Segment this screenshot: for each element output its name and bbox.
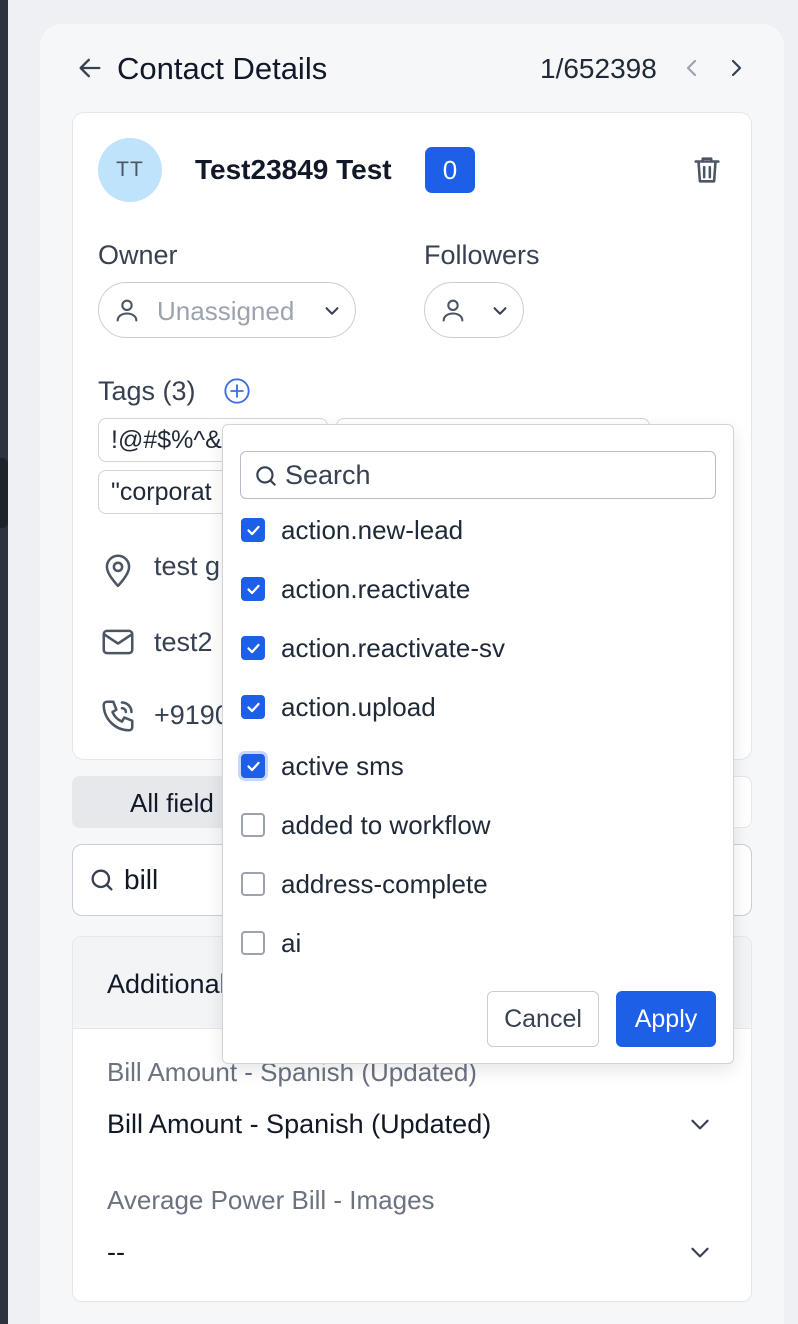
search-icon [256,466,276,486]
tag-option[interactable]: address-complete [239,865,719,905]
sidebar-collapse-handle[interactable] [0,458,8,528]
section-title: Additional [107,969,226,999]
apply-button[interactable]: Apply [616,991,716,1047]
tag-option[interactable]: action.new-lead [239,511,719,551]
tags-dropdown: action.new-lead action.reactivate action.r… [222,424,734,1064]
check-icon [247,643,260,654]
page-title: Contact Details [117,51,328,86]
trash-icon[interactable] [690,153,724,187]
user-icon [116,299,138,322]
cancel-button[interactable]: Cancel [487,991,599,1047]
email-text[interactable]: test2 [154,627,213,658]
check-icon [247,584,260,595]
tag-option-label: action.reactivate-sv [281,633,505,663]
chevron-down-icon[interactable] [687,1111,713,1137]
search-icon [91,869,113,891]
chevron-down-icon[interactable] [687,1239,713,1265]
phone-icon [102,700,134,732]
tag-option-label: action.upload [281,692,436,722]
phone-text[interactable]: +9190 [154,700,230,731]
tag-option-label: address-complete [281,869,488,899]
count-badge: 0 [425,147,475,193]
field-value[interactable]: -- [107,1237,125,1268]
check-icon [247,761,260,772]
tags-label: Tags (3) [98,376,196,406]
check-icon [247,525,260,536]
tab-all-fields-label: All field [130,788,214,818]
owner-value: Unassigned [157,296,295,326]
checkbox[interactable] [241,931,265,955]
checkbox[interactable] [241,872,265,896]
user-icon [442,299,464,322]
check-icon [247,702,260,713]
chevron-left-icon[interactable] [680,56,704,80]
tag-option-label: added to workflow [281,810,491,840]
checkbox[interactable] [241,636,265,660]
left-sidebar-edge [0,0,8,1324]
followers-select[interactable] [424,282,524,338]
plus-circle-icon[interactable] [223,377,251,405]
checkbox[interactable] [241,813,265,837]
tag-option-label: ai [281,928,302,958]
tag-search-input[interactable] [285,456,705,494]
owner-label: Owner [98,240,178,270]
tag-option[interactable]: added to workflow [239,806,719,846]
checkbox[interactable] [241,518,265,542]
avatar: TT [98,138,162,202]
followers-label: Followers [424,240,540,270]
owner-select[interactable]: Unassigned [98,282,356,338]
mail-icon [102,629,134,655]
tag-option-label: action.new-lead [281,515,464,545]
field-value[interactable]: Bill Amount - Spanish (Updated) [107,1109,491,1140]
tag-search-box [240,451,716,499]
record-counter: 1/652398 [540,53,657,84]
tag-option[interactable]: ai [239,924,719,964]
chevron-right-icon[interactable] [724,56,748,80]
tag-option-label: action.reactivate [281,574,471,604]
chevron-down-icon [493,307,507,315]
tag-option-label: active sms [281,751,404,781]
checkbox[interactable] [241,754,265,778]
tag-option[interactable]: active sms [239,747,719,787]
arrow-left-icon[interactable] [76,54,104,82]
field-label: Average Power Bill - Images [107,1185,435,1215]
contact-name: Test23849 Test [195,154,392,185]
checkbox[interactable] [241,695,265,719]
checkbox[interactable] [241,577,265,601]
panel-header: Contact Details 1/652398 [76,44,756,94]
map-pin-icon [105,554,131,588]
address-text: test g [154,551,221,581]
tag-option[interactable]: action.reactivate-sv [239,629,719,669]
tag-option[interactable]: action.upload [239,688,719,728]
field-search-value: bill [124,864,159,895]
tag-option[interactable]: action.reactivate [239,570,719,610]
chevron-down-icon [325,307,339,315]
